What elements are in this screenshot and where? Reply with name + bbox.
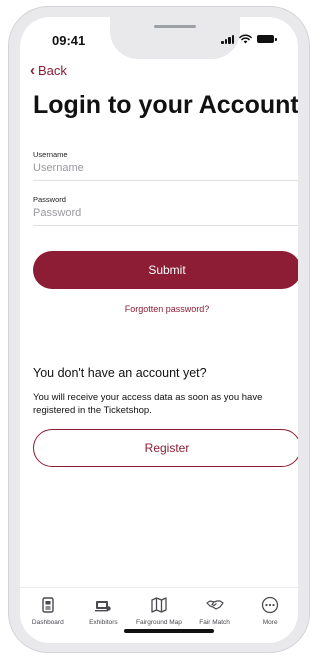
battery-icon bbox=[257, 35, 277, 43]
tab-dashboard[interactable]: Dashboard bbox=[21, 596, 75, 643]
password-input[interactable] bbox=[33, 207, 298, 219]
exhibitors-icon bbox=[95, 601, 112, 612]
no-account-description: You will receive your access data as soo… bbox=[33, 392, 263, 416]
back-button[interactable]: ‹ Back bbox=[30, 63, 67, 78]
tab-more[interactable]: More bbox=[243, 596, 297, 643]
app-screen: 09:41 ‹ Back Login to your Account Usern… bbox=[20, 17, 298, 643]
signal-icon bbox=[221, 34, 234, 44]
page-title: Login to your Account bbox=[33, 91, 298, 119]
tab-exhibitors[interactable]: Exhibitors bbox=[76, 596, 130, 643]
handshake-icon bbox=[205, 600, 224, 610]
tab-label: Dashboard bbox=[31, 619, 64, 626]
tab-fairground-map[interactable]: Fairground Map bbox=[132, 596, 186, 643]
tab-fair-match[interactable]: Fair Match bbox=[188, 596, 242, 643]
no-account-heading: You don't have an account yet? bbox=[33, 366, 207, 380]
password-field-group: Password bbox=[33, 195, 298, 226]
home-indicator[interactable] bbox=[124, 629, 214, 633]
password-label: Password bbox=[33, 195, 66, 204]
tab-label: More bbox=[262, 619, 278, 626]
username-field-group: Username bbox=[33, 150, 298, 181]
register-button[interactable]: Register bbox=[33, 429, 298, 467]
forgot-password-link[interactable]: Forgotten password? bbox=[20, 304, 298, 314]
map-icon bbox=[151, 597, 167, 613]
status-icons bbox=[221, 34, 277, 44]
speaker-grille bbox=[154, 25, 196, 28]
bottom-tab-bar: Dashboard Exhibitors Fairground Map Fair… bbox=[20, 587, 298, 643]
status-time: 09:41 bbox=[52, 33, 86, 48]
chevron-left-icon: ‹ bbox=[30, 62, 35, 79]
tab-label: Exhibitors bbox=[89, 619, 118, 626]
submit-button[interactable]: Submit bbox=[33, 251, 298, 289]
username-label: Username bbox=[33, 150, 68, 159]
username-input[interactable] bbox=[33, 162, 298, 174]
more-icon bbox=[262, 596, 279, 614]
back-label: Back bbox=[38, 63, 67, 78]
tab-label: Fair Match bbox=[199, 619, 230, 626]
dashboard-icon bbox=[42, 597, 54, 613]
wifi-icon bbox=[239, 34, 252, 44]
tab-label: Fairground Map bbox=[136, 619, 182, 626]
